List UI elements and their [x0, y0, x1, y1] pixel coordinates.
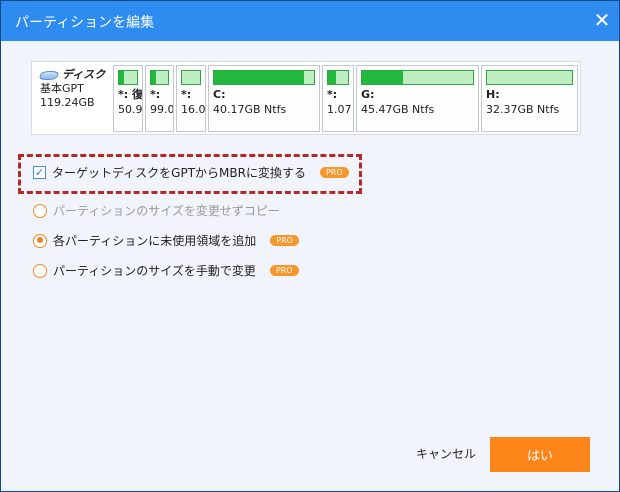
partition-label: H:	[486, 88, 500, 101]
radio-manual-resize[interactable]: パーティションのサイズを手動で変更 PRO	[33, 262, 299, 279]
radio-selected-icon[interactable]	[33, 233, 47, 248]
partition-size: 99.0	[150, 103, 174, 116]
usage-bar	[486, 70, 573, 85]
title-bar: パーティションを編集 ✕	[1, 1, 619, 41]
usage-fill	[119, 71, 125, 84]
radio-icon	[33, 203, 47, 218]
disk-info[interactable]: ディスク 基本GPT 119.24GB	[38, 68, 116, 110]
radio-copy-without-resize: パーティションのサイズを変更せずコピー	[33, 202, 280, 219]
radio-add-unallocated[interactable]: 各パーティションに未使用領域を追加 PRO	[33, 232, 299, 249]
disk-type: 基本GPT	[40, 82, 84, 95]
checkbox-checked-icon[interactable]: ✓	[33, 166, 46, 179]
partition-block[interactable]: *: 16.0	[176, 65, 206, 132]
pro-badge: PRO	[319, 167, 349, 178]
radio-icon[interactable]	[33, 263, 47, 278]
partition-block[interactable]: G: 45.47GB Ntfs	[356, 65, 479, 132]
partition-size: 32.37GB Ntfs	[486, 103, 560, 116]
usage-bar	[327, 70, 349, 85]
radio-label: パーティションのサイズを手動で変更	[53, 264, 256, 278]
usage-fill	[362, 71, 404, 84]
usage-bar	[118, 70, 138, 85]
usage-bar	[181, 70, 201, 85]
usage-bar	[361, 70, 474, 85]
usage-fill	[214, 71, 304, 84]
partition-label: *:	[327, 88, 338, 101]
partition-label: *: 復	[118, 88, 143, 101]
partition-label: C:	[213, 88, 226, 101]
partition-block[interactable]: C: 40.17GB Ntfs	[208, 65, 320, 132]
cancel-button[interactable]: キャンセル	[416, 445, 476, 462]
partition-label: *:	[150, 88, 161, 101]
close-icon[interactable]: ✕	[591, 9, 613, 31]
radio-label: パーティションのサイズを変更せずコピー	[53, 204, 280, 218]
pro-badge: PRO	[269, 265, 299, 276]
partition-size: 1.07	[327, 103, 352, 116]
partition-block[interactable]: *: 99.0	[145, 65, 174, 132]
edit-partition-dialog: パーティションを編集 ✕ ディスク 基本GPT 119.24GB *: 復 50…	[0, 0, 620, 492]
convert-gpt-to-mbr-checkbox[interactable]: ✓ ターゲットディスクをGPTからMBRに変換する PRO	[33, 164, 349, 181]
convert-label: ターゲットディスクをGPTからMBRに変換する	[52, 166, 306, 180]
radio-label: 各パーティションに未使用領域を追加	[53, 234, 257, 248]
partition-size: 45.47GB Ntfs	[361, 103, 435, 116]
partition-size: 40.17GB Ntfs	[213, 103, 287, 116]
usage-bar	[150, 70, 169, 85]
disk-name: ディスク	[62, 68, 106, 81]
pro-badge: PRO	[270, 235, 299, 246]
usage-fill	[328, 71, 337, 84]
disk-icon	[38, 70, 60, 80]
partition-size: 16.0	[181, 103, 206, 116]
partition-size: 50.9	[118, 103, 143, 116]
partition-label: G:	[361, 88, 375, 101]
partition-block[interactable]: *: 1.07	[322, 65, 354, 132]
usage-bar	[213, 70, 315, 85]
dialog-title: パーティションを編集	[15, 15, 155, 31]
partition-block[interactable]: H: 32.37GB Ntfs	[481, 65, 578, 132]
disk-map: ディスク 基本GPT 119.24GB *: 復 50.9 *: 99.0 *:…	[31, 61, 581, 135]
partition-block[interactable]: *: 復 50.9	[113, 65, 143, 132]
partition-label: *:	[181, 88, 192, 101]
usage-fill	[151, 71, 157, 84]
disk-size: 119.24GB	[40, 96, 95, 109]
ok-button[interactable]: はい	[490, 437, 590, 472]
